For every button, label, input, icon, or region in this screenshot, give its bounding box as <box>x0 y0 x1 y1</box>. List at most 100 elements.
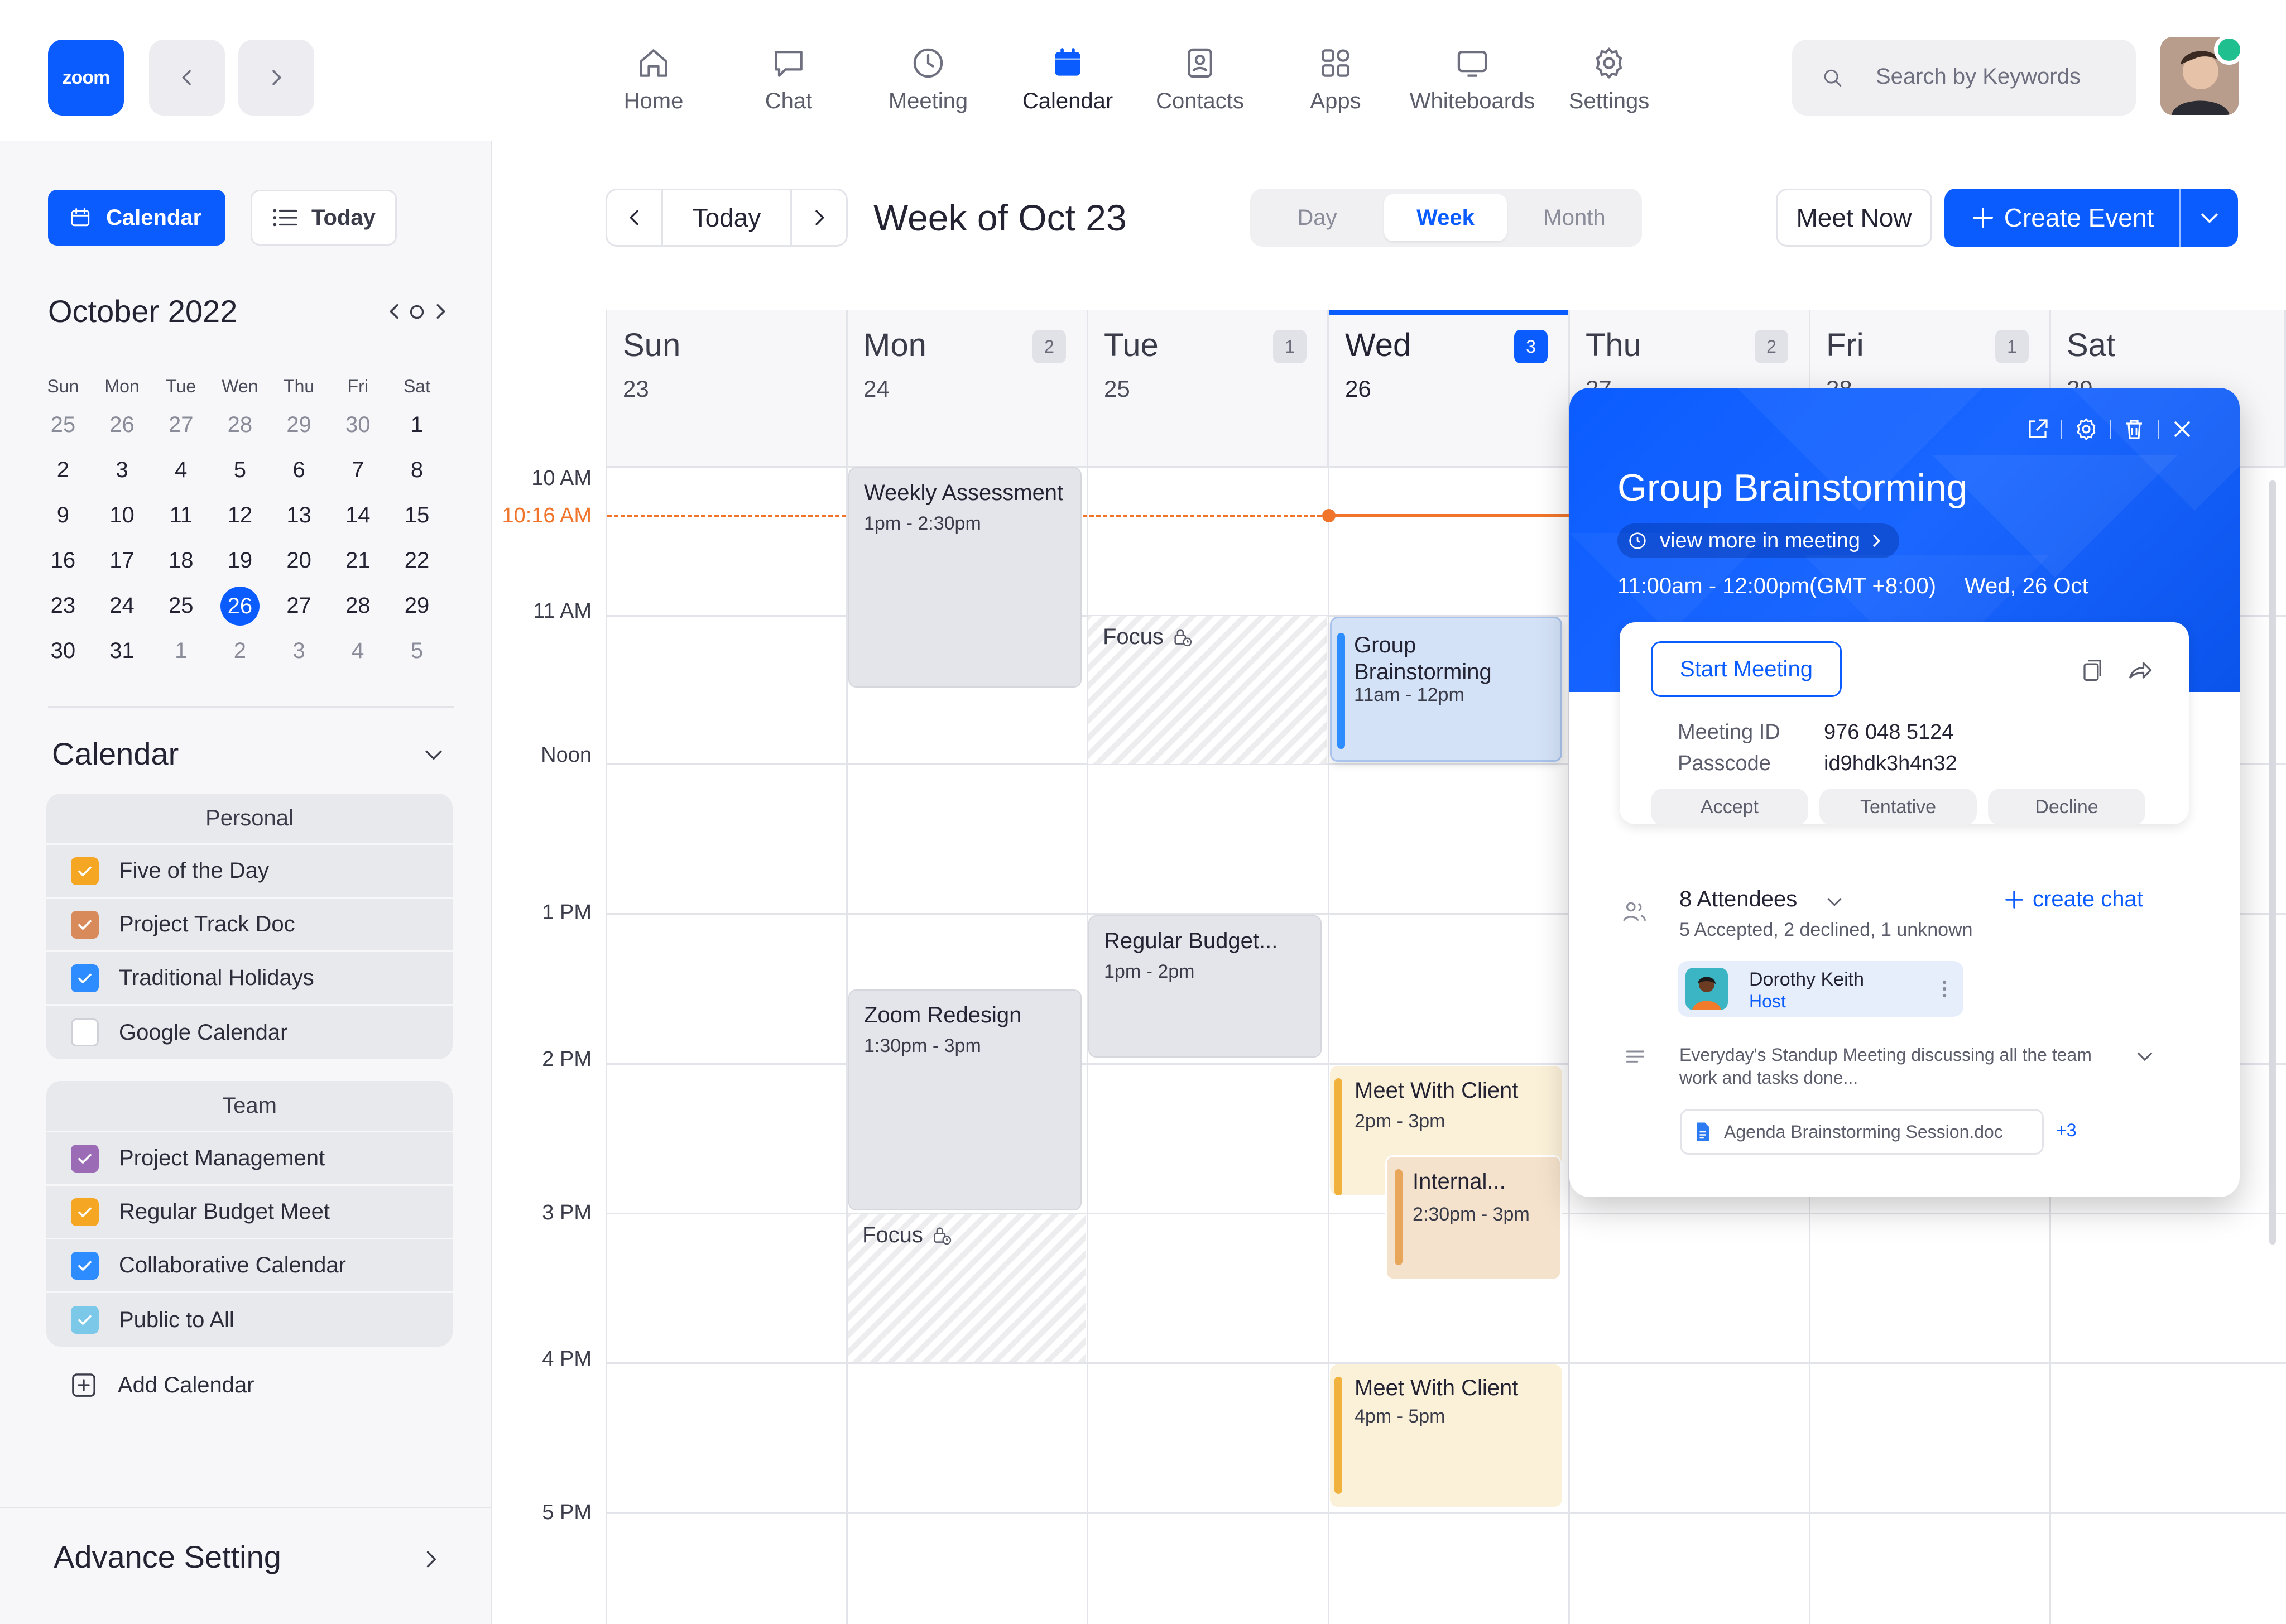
back-button[interactable] <box>149 40 225 116</box>
mini-calendar-day[interactable]: 28 <box>328 593 387 618</box>
tab-home[interactable]: Home <box>592 42 715 120</box>
more-vertical-icon[interactable] <box>1938 978 1951 1000</box>
view-month[interactable]: Month <box>1507 189 1642 247</box>
event-meet-with-client-2[interactable]: Meet With Client 4pm - 5pm <box>1330 1364 1562 1507</box>
view-week[interactable]: Week <box>1384 194 1507 241</box>
meet-now-button[interactable]: Meet Now <box>1776 189 1932 247</box>
decline-button[interactable]: Decline <box>1988 789 2145 825</box>
chevron-right-icon[interactable] <box>433 301 450 321</box>
mini-calendar-day[interactable]: 6 <box>270 458 329 483</box>
mini-calendar-day[interactable]: 8 <box>387 458 446 483</box>
attachment-chip[interactable]: Agenda Brainstorming Session.doc <box>1680 1109 2044 1155</box>
chevron-right-icon[interactable] <box>419 1547 443 1572</box>
mini-calendar-day[interactable]: 15 <box>387 503 446 528</box>
share-icon[interactable] <box>2125 656 2154 685</box>
mini-calendar-day[interactable]: 23 <box>33 593 93 618</box>
trash-icon[interactable] <box>2121 416 2148 443</box>
host-chip[interactable]: Dorothy Keith Host <box>1678 961 1963 1017</box>
mini-calendar-day[interactable]: 1 <box>151 638 210 664</box>
checkbox-checked[interactable] <box>71 1251 99 1280</box>
tab-meeting[interactable]: Meeting <box>867 42 990 120</box>
event-weekly-assessment[interactable]: Weekly Assessment 1pm - 2:30pm <box>848 467 1082 688</box>
close-icon[interactable] <box>2169 416 2196 443</box>
start-meeting-button[interactable]: Start Meeting <box>1651 641 1842 697</box>
mini-calendar-day[interactable]: 13 <box>270 503 329 528</box>
mini-calendar-day[interactable]: 26 <box>93 412 152 438</box>
mini-calendar-day[interactable]: 29 <box>270 412 329 438</box>
view-day[interactable]: Day <box>1250 189 1384 247</box>
mini-calendar-day[interactable]: 22 <box>387 548 446 573</box>
create-chat-button[interactable]: create chat <box>2002 887 2143 912</box>
mini-calendar-day[interactable]: 17 <box>93 548 152 573</box>
checkbox-checked[interactable] <box>71 1306 99 1334</box>
mini-calendar-day[interactable]: 28 <box>210 412 270 438</box>
mini-calendar-day[interactable]: 5 <box>210 458 270 483</box>
mini-calendar-day[interactable]: 30 <box>33 638 93 664</box>
mini-calendar-day[interactable]: 29 <box>387 593 446 618</box>
search-input[interactable]: Search by Keywords <box>1792 40 2136 116</box>
chevron-down-icon[interactable] <box>421 742 446 767</box>
tab-chat[interactable]: Chat <box>727 42 850 120</box>
mini-calendar-day[interactable]: 2 <box>33 458 93 483</box>
chevron-down-icon[interactable] <box>2133 1044 2157 1068</box>
day-header-sun[interactable]: Sun 23 <box>607 310 848 466</box>
vertical-scrollbar[interactable] <box>2269 480 2276 1245</box>
calendar-view-button[interactable]: Calendar <box>48 190 225 246</box>
event-regular-budget[interactable]: Regular Budget... 1pm - 2pm <box>1088 915 1322 1058</box>
attendees-count[interactable]: 8 Attendees <box>1679 887 1797 912</box>
mini-calendar-day[interactable]: 16 <box>33 548 93 573</box>
mini-calendar-day[interactable]: 12 <box>210 503 270 528</box>
mini-calendar-day[interactable]: 14 <box>328 503 387 528</box>
calendar-list-item[interactable]: Public to All <box>46 1293 453 1347</box>
tentative-button[interactable]: Tentative <box>1819 789 1977 825</box>
accept-button[interactable]: Accept <box>1651 789 1808 825</box>
mini-calendar-day[interactable]: 4 <box>328 638 387 664</box>
mini-calendar-day[interactable]: 30 <box>328 412 387 438</box>
previous-week-button[interactable] <box>607 190 663 245</box>
more-attachments[interactable]: +3 <box>2056 1120 2076 1141</box>
mini-calendar-day[interactable]: 25 <box>151 593 210 618</box>
mini-calendar-day[interactable]: 19 <box>210 548 270 573</box>
calendar-list-item[interactable]: Five of the Day <box>46 845 453 899</box>
day-header-tue[interactable]: Tue 25 1 <box>1088 310 1329 466</box>
checkbox-checked[interactable] <box>71 1144 99 1173</box>
chevron-left-icon[interactable] <box>385 301 402 321</box>
calendar-list-item[interactable]: Collaborative Calendar <box>46 1239 453 1293</box>
mini-calendar-day[interactable]: 21 <box>328 548 387 573</box>
forward-button[interactable] <box>238 40 314 116</box>
day-header-mon[interactable]: Mon 24 2 <box>848 310 1088 466</box>
mini-calendar-day[interactable]: 24 <box>93 593 152 618</box>
advance-setting-label[interactable]: Advance Setting <box>54 1539 281 1575</box>
mini-calendar-day[interactable]: 9 <box>33 503 93 528</box>
mini-calendar-day[interactable]: 3 <box>270 638 329 664</box>
tab-contacts[interactable]: Contacts <box>1139 42 1261 120</box>
mini-calendar-day[interactable]: 27 <box>270 593 329 618</box>
calendar-list-item[interactable]: Google Calendar <box>46 1006 453 1059</box>
mini-calendar-day[interactable]: 18 <box>151 548 210 573</box>
event-zoom-redesign[interactable]: Zoom Redesign 1:30pm - 3pm <box>848 989 1082 1210</box>
chevron-down-icon[interactable] <box>1823 890 1846 912</box>
gear-icon[interactable] <box>2073 416 2100 443</box>
tab-settings[interactable]: Settings <box>1548 42 1670 120</box>
add-calendar-button[interactable]: Add Calendar <box>69 1370 254 1400</box>
today-list-button[interactable]: Today <box>251 190 397 246</box>
calendar-list-item[interactable]: Regular Budget Meet <box>46 1186 453 1239</box>
checkbox-unchecked[interactable] <box>71 1018 99 1046</box>
tab-apps[interactable]: Apps <box>1274 42 1397 120</box>
view-more-link[interactable]: view more in meeting <box>1617 523 1900 558</box>
checkbox-checked[interactable] <box>71 964 99 992</box>
mini-calendar-day[interactable]: 10 <box>93 503 152 528</box>
tab-whiteboards[interactable]: Whiteboards <box>1410 42 1535 120</box>
mini-calendar-day[interactable]: 31 <box>93 638 152 664</box>
open-external-icon[interactable] <box>2024 416 2051 443</box>
day-header-wed[interactable]: Wed 26 3 <box>1329 310 1570 466</box>
copy-icon[interactable] <box>2077 656 2106 685</box>
calendar-list-item[interactable]: Project Track Doc <box>46 899 453 952</box>
create-event-dropdown[interactable] <box>2181 189 2238 247</box>
mini-calendar-selected-day[interactable]: 26 <box>210 586 270 626</box>
event-focus-tue[interactable]: Focus <box>1088 616 1327 764</box>
checkbox-checked[interactable] <box>71 1198 99 1226</box>
mini-calendar-day[interactable]: 11 <box>151 503 210 528</box>
mini-calendar-day[interactable]: 7 <box>328 458 387 483</box>
mini-calendar-day[interactable]: 5 <box>387 638 446 664</box>
